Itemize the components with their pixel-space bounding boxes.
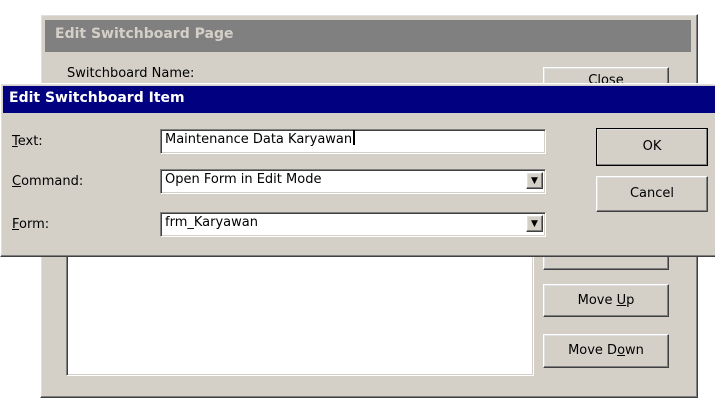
switchboard-page-title: Edit Switchboard Page bbox=[55, 26, 234, 42]
command-dropdown-arrow-icon[interactable]: ▼ bbox=[526, 172, 543, 189]
move-up-label: Move Up bbox=[577, 293, 635, 308]
command-label: Command: bbox=[12, 174, 84, 189]
form-dropdown-arrow-icon[interactable]: ▼ bbox=[526, 215, 543, 232]
move-up-button[interactable]: Move Up bbox=[543, 284, 669, 317]
form-select[interactable]: frm_Karyawan ▼ bbox=[160, 212, 546, 237]
move-down-label: Move Down bbox=[568, 343, 644, 358]
ok-button[interactable]: OK bbox=[596, 128, 708, 166]
form-label: Form: bbox=[12, 217, 50, 232]
text-label: Text: bbox=[12, 134, 43, 149]
form-select-value: frm_Karyawan bbox=[165, 215, 258, 230]
text-input[interactable]: Maintenance Data Karyawan bbox=[160, 129, 546, 154]
command-select[interactable]: Open Form in Edit Mode ▼ bbox=[160, 169, 546, 194]
move-down-button[interactable]: Move Down bbox=[543, 334, 669, 368]
edit-item-title-bar: Edit Switchboard Item bbox=[3, 86, 715, 113]
text-cursor bbox=[353, 130, 356, 145]
ok-label: OK bbox=[642, 139, 662, 154]
switchboard-page-title-bar: Edit Switchboard Page bbox=[45, 20, 691, 52]
command-select-value: Open Form in Edit Mode bbox=[165, 172, 322, 187]
cancel-label: Cancel bbox=[629, 186, 675, 201]
cancel-button[interactable]: Cancel bbox=[596, 176, 708, 212]
items-listbox[interactable] bbox=[66, 236, 534, 376]
text-input-value: Maintenance Data Karyawan bbox=[165, 132, 353, 147]
switchboard-name-label: Switchboard Name: bbox=[67, 66, 195, 81]
edit-item-title: Edit Switchboard Item bbox=[9, 90, 185, 106]
